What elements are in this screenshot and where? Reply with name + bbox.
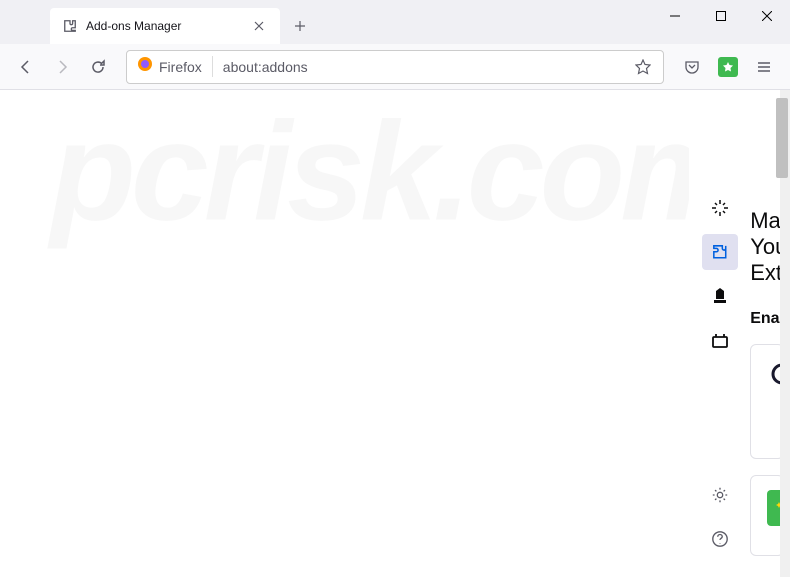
extension-card[interactable]: Template Search This add-on requests per…	[750, 475, 780, 556]
bookmark-star-icon[interactable]	[633, 57, 653, 77]
titlebar: Add-ons Manager	[0, 0, 790, 44]
pocket-button[interactable]	[676, 51, 708, 83]
browser-tab[interactable]: Add-ons Manager	[50, 8, 280, 44]
magnifier-icon	[767, 359, 780, 395]
close-button[interactable]	[744, 0, 790, 32]
sidebar	[689, 90, 750, 577]
sidebar-help[interactable]	[702, 521, 738, 557]
url-bar[interactable]: Firefox about:addons	[126, 50, 664, 84]
url-text: about:addons	[223, 59, 633, 75]
tab-title: Add-ons Manager	[86, 19, 250, 33]
wand-icon	[767, 490, 780, 526]
forward-button[interactable]	[46, 51, 78, 83]
minimize-button[interactable]	[652, 0, 698, 32]
new-tab-button[interactable]	[284, 10, 316, 42]
reload-button[interactable]	[82, 51, 114, 83]
tab-close-button[interactable]	[250, 17, 268, 35]
maximize-button[interactable]	[698, 0, 744, 32]
extension-card[interactable]: Freshy Newtab and Search This add-on req…	[750, 344, 780, 459]
page-title: Manage Your Extensions	[750, 208, 780, 286]
identity-label: Firefox	[159, 59, 202, 75]
content-area: pcrisk.com Find more add-ons	[0, 90, 790, 577]
menu-button[interactable]	[748, 51, 780, 83]
back-button[interactable]	[10, 51, 42, 83]
sidebar-extensions[interactable]	[702, 234, 738, 270]
identity-box[interactable]: Firefox	[137, 56, 213, 77]
sidebar-plugins[interactable]	[702, 322, 738, 358]
puzzle-icon	[62, 18, 78, 34]
toolbar: Firefox about:addons	[0, 44, 790, 90]
scrollbar-thumb[interactable]	[776, 98, 788, 178]
firefox-icon	[137, 56, 153, 77]
watermark: pcrisk.com	[50, 90, 739, 577]
extension-badge[interactable]	[712, 51, 744, 83]
sidebar-recommendations[interactable]	[702, 190, 738, 226]
sidebar-settings[interactable]	[702, 477, 738, 513]
scrollbar[interactable]	[780, 90, 790, 577]
sidebar-themes[interactable]	[702, 278, 738, 314]
